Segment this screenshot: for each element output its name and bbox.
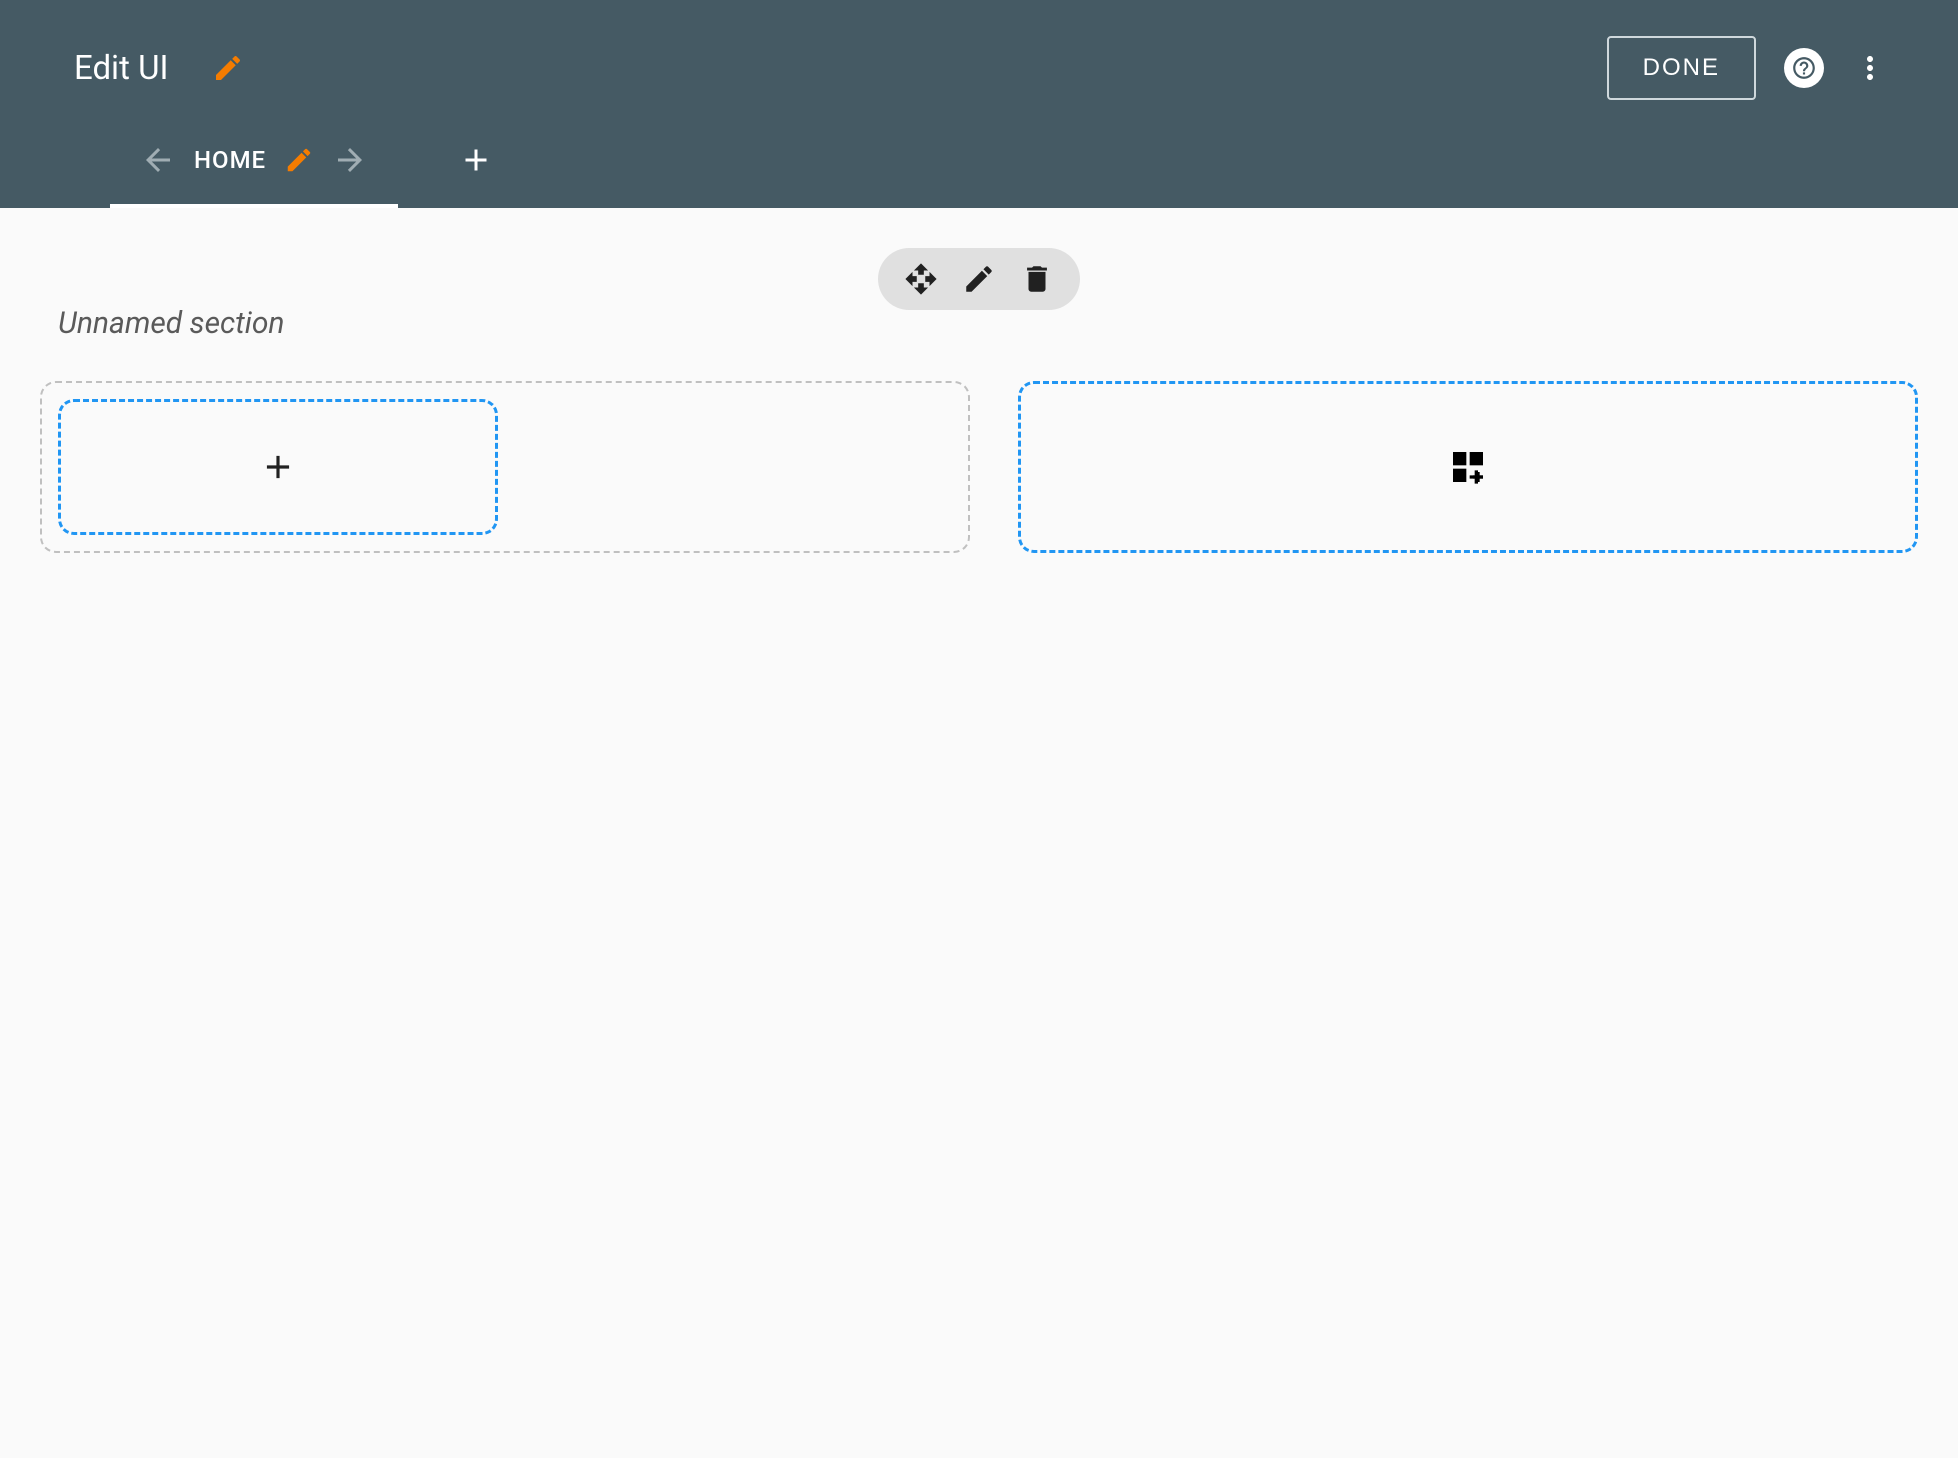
tab-label: HOME [194, 146, 266, 174]
tab-move-left-icon[interactable] [140, 142, 176, 178]
tab-move-right-icon[interactable] [332, 142, 368, 178]
tab-home[interactable]: HOME [110, 112, 398, 208]
tabs-row: HOME [0, 112, 1958, 208]
overflow-menu-icon[interactable] [1852, 50, 1888, 86]
add-tab-icon[interactable] [458, 142, 494, 178]
add-section-icon [1448, 447, 1488, 487]
content-area: Unnamed section [0, 208, 1958, 553]
header-top-row: Edit UI DONE [0, 0, 1958, 112]
add-card-button[interactable] [58, 399, 498, 535]
add-section-button[interactable] [1018, 381, 1918, 553]
tab-edit-icon[interactable] [284, 145, 314, 175]
edit-section-icon[interactable] [962, 262, 996, 296]
delete-section-icon[interactable] [1020, 262, 1054, 296]
app-header: Edit UI DONE HOME [0, 0, 1958, 208]
page-title: Edit UI [74, 49, 168, 88]
cards-row [40, 381, 1918, 553]
section-toolbar [878, 248, 1080, 310]
help-icon[interactable] [1784, 48, 1824, 88]
move-section-icon[interactable] [904, 262, 938, 296]
header-actions: DONE [1607, 36, 1918, 100]
done-button[interactable]: DONE [1607, 36, 1756, 100]
edit-title-icon[interactable] [212, 52, 244, 84]
section-card-container [40, 381, 970, 553]
plus-icon [259, 448, 297, 486]
